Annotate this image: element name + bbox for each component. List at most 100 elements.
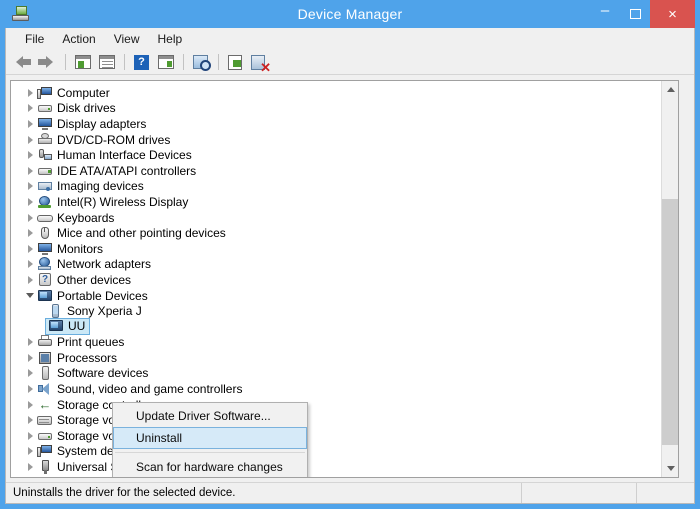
- tree-item-storage-volume-shadow-copies[interactable]: Storage volume shadow copies: [11, 412, 662, 428]
- expand-chevron-icon[interactable]: [23, 135, 37, 144]
- status-bar: Uninstalls the driver for the selected d…: [6, 482, 694, 503]
- shadow-copy-icon: [37, 413, 55, 427]
- tree-item-universal-serial-bus-controllers[interactable]: Universal Serial Bus controllers: [11, 459, 662, 475]
- close-button[interactable]: ×: [650, 0, 695, 28]
- context-menu-item-update-driver-software[interactable]: Update Driver Software...: [113, 405, 307, 427]
- expand-chevron-icon[interactable]: [23, 119, 37, 128]
- tree-item-imaging-devices[interactable]: Imaging devices: [11, 179, 662, 195]
- show-hide-console-tree-icon[interactable]: [72, 51, 94, 73]
- tree-item-storage-volumes[interactable]: Storage volumes: [11, 428, 662, 444]
- tree-item-mice-and-other-pointing-devices[interactable]: Mice and other pointing devices: [11, 225, 662, 241]
- keyboard-icon: [37, 211, 55, 225]
- expand-chevron-icon[interactable]: [23, 416, 37, 425]
- menu-file[interactable]: File: [16, 30, 53, 48]
- tree-item-label: Processors: [57, 350, 118, 365]
- expand-chevron-icon[interactable]: [23, 229, 37, 238]
- disk-drive-icon: [37, 101, 55, 115]
- tree-item-processors[interactable]: Processors: [11, 350, 662, 366]
- tree-item-sound-video-and-game-controllers[interactable]: Sound, video and game controllers: [11, 381, 662, 397]
- tree-item-intel-wireless-display[interactable]: Intel(R) Wireless Display: [11, 194, 662, 210]
- tree-item-label: Keyboards: [57, 210, 115, 225]
- tree-item-ide-ata-atapi-controllers[interactable]: IDE ATA/ATAPI controllers: [11, 163, 662, 179]
- tree-item-human-interface-devices[interactable]: Human Interface Devices: [11, 147, 662, 163]
- expand-chevron-icon[interactable]: [23, 244, 37, 253]
- close-icon: ×: [668, 5, 677, 23]
- tree-item-label: Disk drives: [57, 101, 116, 116]
- context-menu-item-uninstall[interactable]: Uninstall: [113, 427, 307, 449]
- scroll-up-icon[interactable]: [662, 81, 678, 98]
- tree-item-portable-devices[interactable]: Portable Devices: [11, 288, 662, 304]
- monitor-icon: [37, 117, 55, 131]
- device-tree: Computer Disk drives Display adapters DV…: [11, 85, 662, 475]
- collapse-chevron-icon[interactable]: [23, 293, 37, 299]
- expand-chevron-icon[interactable]: [23, 275, 37, 284]
- client-area: File Action View Help ? ✕ Computer Disk …: [5, 28, 695, 504]
- expand-chevron-icon[interactable]: [23, 182, 37, 191]
- expand-chevron-icon[interactable]: [23, 338, 37, 347]
- tree-item-uu[interactable]: UU: [11, 318, 662, 336]
- properties-icon[interactable]: [96, 51, 118, 73]
- tree-item-software-devices[interactable]: Software devices: [11, 366, 662, 382]
- help-icon[interactable]: ?: [131, 51, 153, 73]
- maximize-button[interactable]: [620, 0, 650, 28]
- tree-item-disk-drives[interactable]: Disk drives: [11, 101, 662, 117]
- status-text: Uninstalls the driver for the selected d…: [13, 487, 236, 499]
- storage-controller-icon: ←: [38, 396, 52, 412]
- tree-item-computer[interactable]: Computer: [11, 85, 662, 101]
- expand-chevron-icon[interactable]: [23, 385, 37, 394]
- expand-chevron-icon[interactable]: [23, 104, 37, 113]
- tree-item-label: UU: [68, 319, 86, 334]
- update-driver-software-icon[interactable]: [225, 51, 247, 73]
- tree-item-system-devices[interactable]: System devices: [11, 444, 662, 460]
- tree-item-display-adapters[interactable]: Display adapters: [11, 116, 662, 132]
- expand-chevron-icon[interactable]: [23, 431, 37, 440]
- expand-chevron-icon[interactable]: [23, 353, 37, 362]
- tree-item-label: Display adapters: [57, 116, 147, 131]
- storage-volume-icon: [37, 429, 55, 443]
- context-menu-item-scan-for-hardware-changes[interactable]: Scan for hardware changes: [113, 456, 307, 477]
- tree-item-print-queues[interactable]: Print queues: [11, 335, 662, 351]
- expand-chevron-icon[interactable]: [23, 88, 37, 97]
- window-controls: – ×: [590, 0, 695, 28]
- device-tree-pane[interactable]: Computer Disk drives Display adapters DV…: [10, 80, 679, 478]
- tree-item-label: Computer: [57, 85, 110, 100]
- expand-chevron-icon[interactable]: [23, 166, 37, 175]
- tree-item-storage-controllers[interactable]: ← Storage controllers: [11, 397, 662, 413]
- tree-item-label: IDE ATA/ATAPI controllers: [57, 163, 197, 178]
- expand-chevron-icon[interactable]: [23, 260, 37, 269]
- status-pane-2: [636, 483, 694, 503]
- expand-chevron-icon[interactable]: [23, 400, 37, 409]
- back-arrow-icon[interactable]: [13, 51, 35, 73]
- network-adapter-icon: [37, 257, 55, 271]
- expand-chevron-icon[interactable]: [23, 151, 37, 160]
- minimize-button[interactable]: –: [590, 0, 620, 28]
- tree-item-network-adapters[interactable]: Network adapters: [11, 257, 662, 273]
- scan-for-hardware-changes-icon[interactable]: [190, 51, 212, 73]
- tree-item-monitors[interactable]: Monitors: [11, 241, 662, 257]
- expand-chevron-icon[interactable]: [23, 213, 37, 222]
- status-pane-1: [521, 483, 636, 503]
- portable-device-icon: [37, 289, 55, 303]
- tree-item-other-devices[interactable]: ? Other devices: [11, 272, 662, 288]
- menu-action[interactable]: Action: [53, 30, 104, 48]
- imaging-device-icon: [37, 179, 55, 193]
- expand-chevron-icon[interactable]: [23, 369, 37, 378]
- scrollbar-thumb[interactable]: [662, 199, 678, 445]
- title-bar[interactable]: Device Manager – ×: [5, 0, 695, 28]
- expand-chevron-icon[interactable]: [23, 463, 37, 472]
- forward-arrow-icon[interactable]: [37, 51, 59, 73]
- show-hide-action-pane-icon[interactable]: [155, 51, 177, 73]
- tree-item-sony-xperia-j[interactable]: Sony Xperia J: [11, 303, 662, 319]
- menu-view[interactable]: View: [105, 30, 149, 48]
- expand-chevron-icon[interactable]: [23, 197, 37, 206]
- tree-item-label: Monitors: [57, 241, 104, 256]
- expand-chevron-icon[interactable]: [23, 447, 37, 456]
- ide-controller-icon: [37, 164, 55, 178]
- tree-item-dvd-cd-rom-drives[interactable]: DVD/CD-ROM drives: [11, 132, 662, 148]
- vertical-scrollbar[interactable]: [661, 81, 678, 477]
- tree-item-keyboards[interactable]: Keyboards: [11, 210, 662, 226]
- scroll-down-icon[interactable]: [662, 460, 678, 477]
- uninstall-device-icon[interactable]: ✕: [249, 51, 271, 74]
- toolbar-separator: [124, 53, 125, 70]
- menu-help[interactable]: Help: [149, 30, 192, 48]
